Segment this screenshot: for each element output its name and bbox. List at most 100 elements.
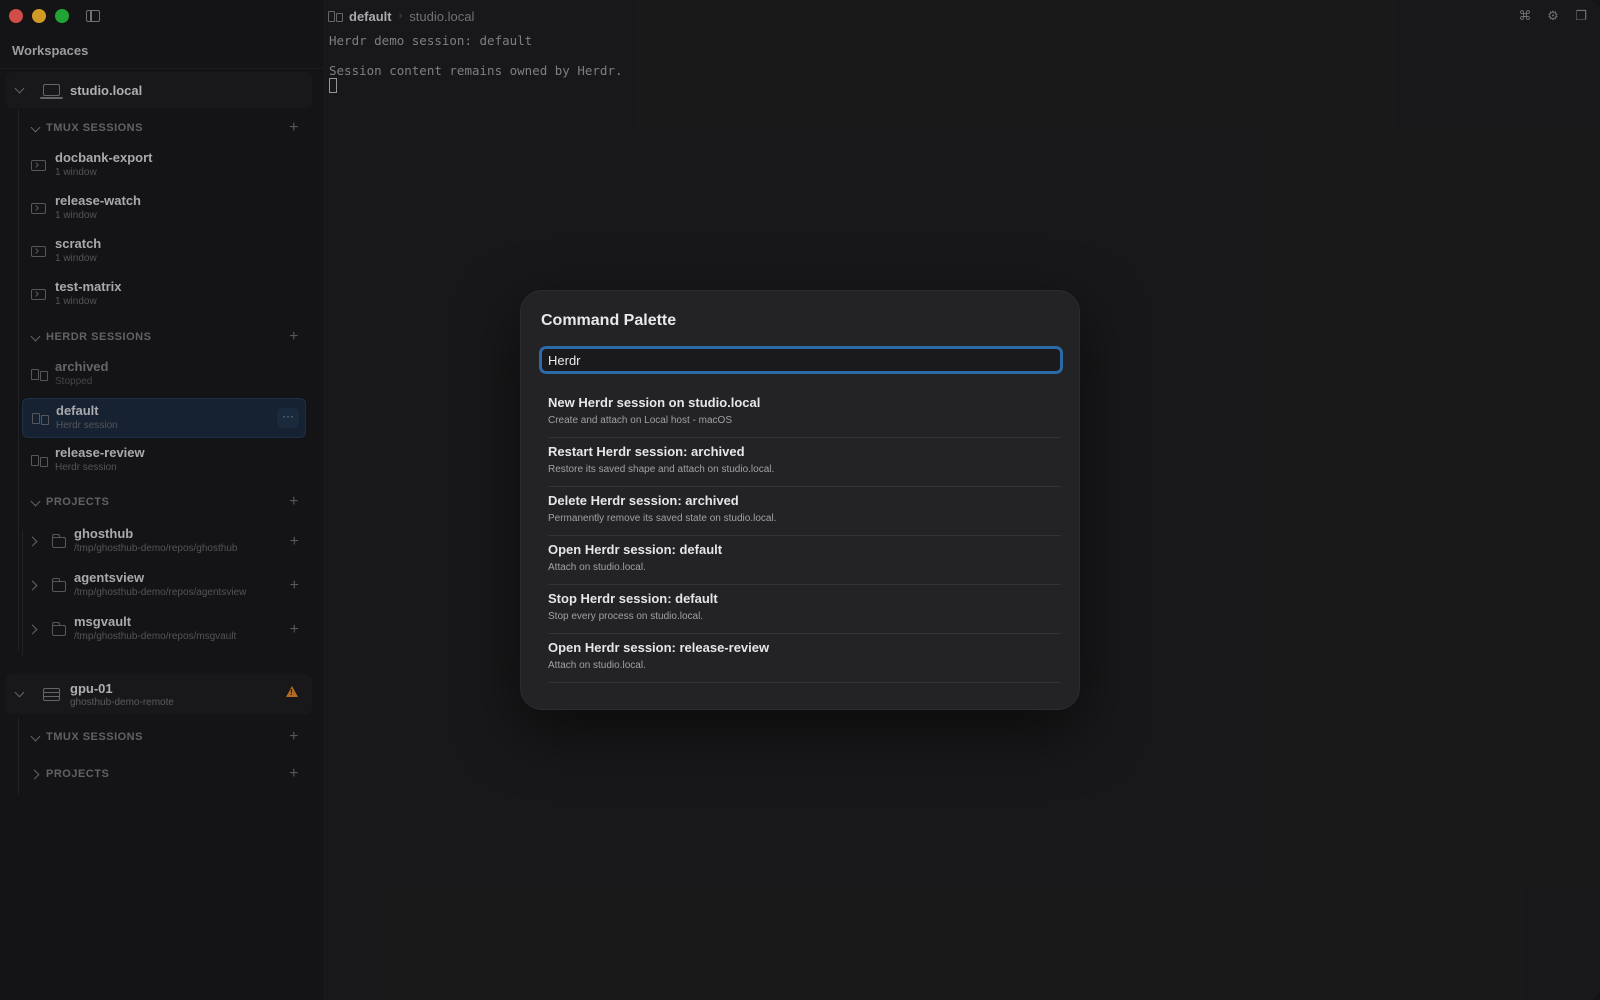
session-title: release-watch [55,193,141,208]
breadcrumb-host[interactable]: studio.local [409,9,474,24]
folder-icon [52,622,66,636]
chevron-down-icon[interactable] [14,688,26,700]
add-tmux-session-button[interactable]: + [289,729,299,745]
tmux-session-item[interactable]: release-watch 1 window [22,189,306,229]
session-title: docbank-export [55,150,153,165]
result-title: Open Herdr session: release-review [548,640,770,655]
terminal[interactable]: Herdr demo session: default Session cont… [329,33,623,93]
window-icon[interactable]: ❐ [1574,8,1588,24]
herdr-session-item[interactable]: archived Stopped [22,355,306,395]
section-projects[interactable]: PROJECTS + [30,764,306,784]
palette-search-input[interactable] [539,346,1063,374]
chevron-right-icon[interactable] [28,624,38,634]
herdr-session-icon [328,10,343,22]
session-subtitle: 1 window [55,253,97,264]
breadcrumb-session[interactable]: default [349,9,392,24]
sidebar-toggle-icon[interactable] [86,10,100,22]
terminal-cursor [329,78,337,93]
zoom-window-button[interactable] [55,9,69,23]
section-projects[interactable]: PROJECTS + [30,492,306,512]
palette-result-item[interactable]: New Herdr session on studio.local Create… [548,389,1061,438]
section-label: PROJECTS [46,768,110,780]
minimize-window-button[interactable] [32,9,46,23]
palette-result-item[interactable]: Delete Herdr session: archived Permanent… [548,487,1061,536]
palette-result-item[interactable]: Open Herdr session: default Attach on st… [548,536,1061,585]
session-subtitle: Herdr session [55,462,117,473]
breadcrumb-separator: › [398,10,403,22]
add-project-button[interactable]: + [289,766,299,782]
project-path: /tmp/ghosthub-demo/repos/agentsview [74,587,247,598]
tmux-session-item[interactable]: docbank-export 1 window [22,146,306,186]
laptop-icon [40,84,63,99]
host-row-gpu-01[interactable]: gpu-01 ghosthub-demo-remote [6,674,312,714]
host-subtitle: ghosthub-demo-remote [70,696,174,708]
herdr-session-icon [31,455,48,467]
add-project-button[interactable]: + [289,494,299,510]
tree-guide [18,110,19,650]
tmux-session-item[interactable]: scratch 1 window [22,232,306,272]
add-herdr-session-button[interactable]: + [289,329,299,345]
warning-icon[interactable] [286,686,298,697]
project-title: agentsview [74,570,145,585]
result-description: Stop every process on studio.local. [548,611,704,622]
session-subtitle: 1 window [55,167,97,178]
sidebar-title: Workspaces [12,43,89,58]
herdr-session-item[interactable]: release-review Herdr session [22,441,306,481]
project-item[interactable]: agentsview /tmp/ghosthub-demo/repos/agen… [22,566,306,606]
tree-guide [18,718,19,794]
chevron-down-icon[interactable] [14,84,26,96]
more-options-button[interactable]: ··· [277,408,299,428]
result-title: Open Herdr session: default [548,542,723,557]
palette-results: New Herdr session on studio.local Create… [548,389,1061,683]
host-name: gpu-01 [70,680,113,696]
add-to-project-button[interactable]: + [290,578,299,594]
chevron-right-icon[interactable] [28,580,38,590]
folder-icon [52,578,66,592]
herdr-session-icon [31,369,48,381]
project-item[interactable]: msgvault /tmp/ghosthub-demo/repos/msgvau… [22,610,306,650]
project-item[interactable]: ghosthub /tmp/ghosthub-demo/repos/ghosth… [22,522,306,562]
chevron-down-icon[interactable] [30,497,40,507]
host-name: studio.local [70,82,143,98]
gear-icon[interactable]: ⚙ [1546,8,1560,24]
add-to-project-button[interactable]: + [290,622,299,638]
terminal-icon [31,160,46,171]
add-tmux-session-button[interactable]: + [289,120,299,136]
session-title: scratch [55,236,102,251]
project-path: /tmp/ghosthub-demo/repos/msgvault [74,631,237,642]
section-tmux-sessions[interactable]: TMUX SESSIONS + [30,727,306,747]
chevron-right-icon[interactable] [28,536,38,546]
chevron-right-icon[interactable] [30,769,40,779]
add-to-project-button[interactable]: + [290,534,299,550]
palette-title: Command Palette [541,312,677,329]
toolbar-icons: ⌘ ⚙ ❐ [1518,8,1588,24]
command-icon[interactable]: ⌘ [1518,8,1532,24]
palette-result-item[interactable]: Open Herdr session: release-review Attac… [548,634,1061,683]
result-description: Permanently remove its saved state on st… [548,513,777,524]
host-row-studio-local[interactable]: studio.local [6,72,312,108]
session-title: default [56,403,99,418]
project-title: ghosthub [74,526,134,541]
section-herdr-sessions[interactable]: HERDR SESSIONS + [30,327,306,347]
herdr-session-item-selected[interactable]: default Herdr session ··· [22,398,306,438]
result-description: Create and attach on Local host - macOS [548,415,732,426]
project-title: msgvault [74,614,132,629]
titlebar: default › studio.local ⌘ ⚙ ❐ [326,0,1600,32]
palette-result-item[interactable]: Stop Herdr session: default Stop every p… [548,585,1061,634]
window-controls [9,9,69,23]
tmux-session-item[interactable]: test-matrix 1 window [22,275,306,315]
session-subtitle: 1 window [55,296,97,307]
palette-result-item[interactable]: Restart Herdr session: archived Restore … [548,438,1061,487]
chevron-down-icon[interactable] [30,732,40,742]
session-title: archived [55,359,109,374]
section-label: TMUX SESSIONS [46,122,143,134]
chevron-down-icon[interactable] [30,123,40,133]
section-tmux-sessions[interactable]: TMUX SESSIONS + [30,118,306,138]
terminal-line: Herdr demo session: default [329,33,533,48]
close-window-button[interactable] [9,9,23,23]
session-title: test-matrix [55,279,122,294]
app-window: Workspaces studio.local TMUX SESSIONS + … [0,0,1600,1000]
session-title: release-review [55,445,145,460]
project-path: /tmp/ghosthub-demo/repos/ghosthub [74,543,238,554]
chevron-down-icon[interactable] [30,332,40,342]
